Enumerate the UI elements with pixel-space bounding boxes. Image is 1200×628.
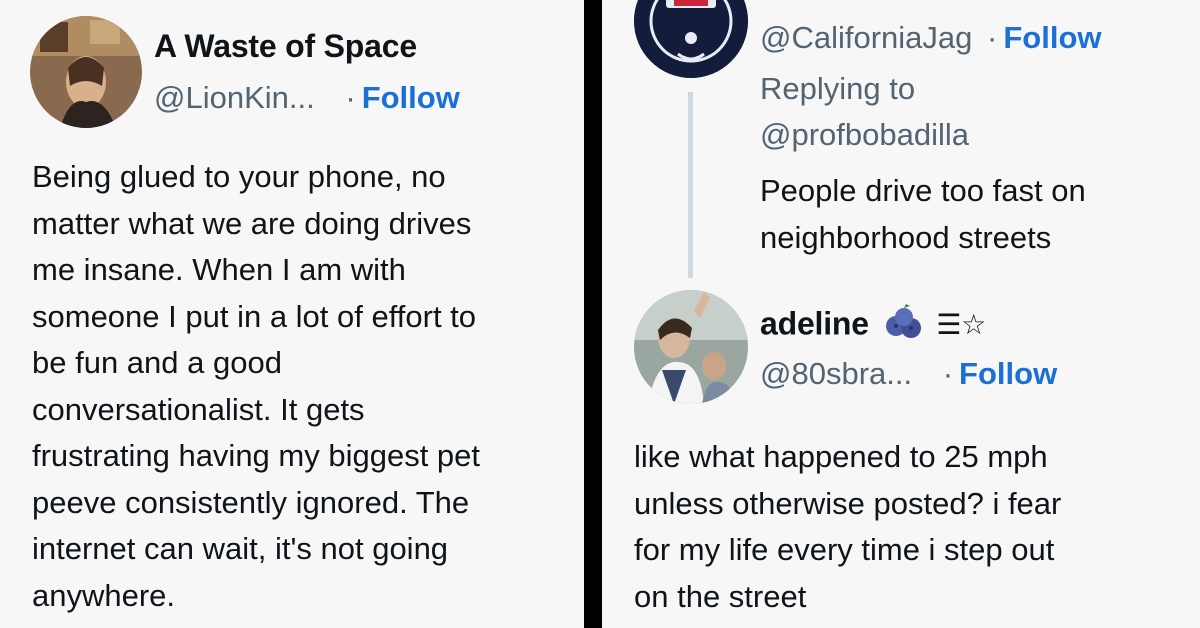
avatar[interactable] xyxy=(634,0,748,78)
name-symbols: ☰☆ xyxy=(936,308,987,342)
separator-dot: · xyxy=(987,20,998,55)
thread-connector-line xyxy=(688,92,693,278)
tweet-text: Being glued to your phone, no matter wha… xyxy=(32,159,481,613)
follow-button[interactable]: Follow xyxy=(362,80,460,115)
avatar-photo-icon xyxy=(30,16,142,128)
replying-to-handle[interactable]: @profbobadilla xyxy=(760,112,969,158)
display-name[interactable]: adeline xyxy=(760,305,869,341)
display-name[interactable]: A Waste of Space xyxy=(154,28,417,65)
handle[interactable]: @LionKin... xyxy=(154,80,315,115)
handle[interactable]: @80sbra... xyxy=(760,356,912,391)
tweet-text: like what happened to 25 mph unless othe… xyxy=(634,439,1062,614)
separator-dot: · xyxy=(942,356,954,391)
avatar[interactable] xyxy=(634,290,748,404)
avatar[interactable] xyxy=(30,16,142,128)
follow-button[interactable]: Follow xyxy=(1003,20,1101,55)
team-logo-icon xyxy=(634,0,748,78)
handle-row: @LionKin... · Follow xyxy=(154,80,460,116)
replying-to-label: Replying to xyxy=(760,71,916,106)
right-thread-card: @CaliforniaJag · Follow Replying to @prof… xyxy=(602,0,1200,628)
handle[interactable]: @CaliforniaJag xyxy=(760,20,972,55)
follow-button[interactable]: Follow xyxy=(959,356,1057,391)
left-tweet-card: A Waste of Space @LionKin... · Follow Bei… xyxy=(0,0,584,628)
avatar-photo-icon xyxy=(634,290,748,404)
tweet-text: People drive too fast on neighborhood st… xyxy=(760,173,1086,255)
handle-row: @80sbra... · Follow xyxy=(760,356,1057,392)
display-name-row: adeline ☰☆ xyxy=(760,304,986,348)
handle-row: @CaliforniaJag · Follow xyxy=(760,20,1102,56)
separator-dot: · xyxy=(345,80,356,115)
blueberries-emoji-icon xyxy=(884,304,924,348)
